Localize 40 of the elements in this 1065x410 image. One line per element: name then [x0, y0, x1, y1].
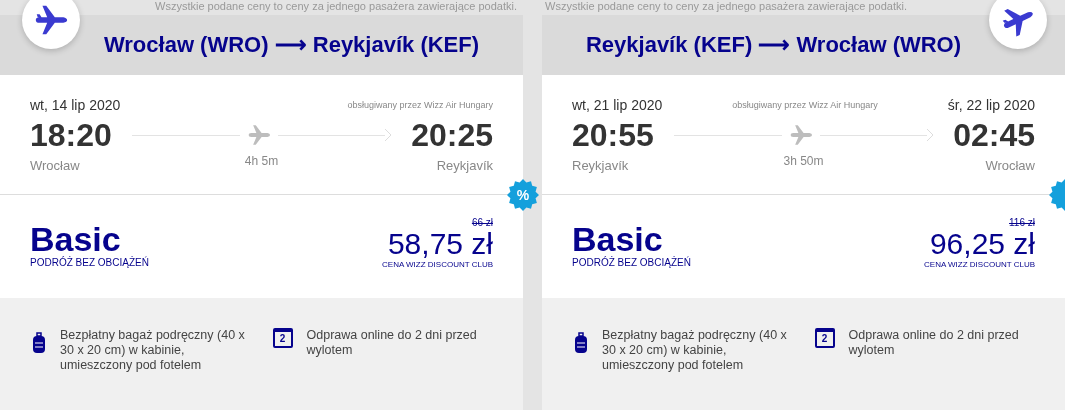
- departure-date: wt, 21 lip 2020: [572, 97, 663, 113]
- price: 58,75 zł: [387, 228, 493, 260]
- calendar-icon: 2: [814, 328, 835, 348]
- fare-subtitle: PODRÓŻ BEZ OBCIĄŻEŃ: [572, 257, 691, 268]
- calendar-icon: 2: [272, 328, 293, 348]
- price: 96,25 zł: [929, 228, 1035, 260]
- discount-badge: %: [507, 179, 539, 211]
- arrival-date: śr, 22 lip 2020: [947, 97, 1035, 113]
- departure-time: 20:55: [572, 116, 654, 154]
- arrival-time: 20:25: [411, 116, 493, 154]
- flight-duration: 4h 5m: [244, 154, 279, 168]
- old-price: 116 zł: [1009, 217, 1035, 228]
- backpack-icon: [32, 332, 46, 354]
- price-notice: Wszystkie podane ceny to ceny za jednego pasażera zawierające podatki.: [545, 0, 907, 14]
- feature-text: Bezpłatny bagaż podręczny (40 x 30 x 20 cm) w kabinie, umieszczony pod fotelem: [602, 328, 788, 373]
- old-price: 66 zł: [471, 217, 493, 228]
- arrival-city: Reykjavík: [436, 158, 493, 173]
- departure-city: Reykjavík: [572, 158, 630, 173]
- arrowhead-icon: [385, 129, 392, 141]
- price-note: CENA WIZZ DISCOUNT CLUB: [382, 260, 493, 269]
- flight-duration: 3h 50m: [783, 154, 824, 168]
- backpack-icon: [574, 332, 588, 354]
- feature-text: Odprawa online do 2 dni przed wylotem: [306, 328, 478, 358]
- arrival-city: Wrocław: [985, 158, 1035, 173]
- departure-date: wt, 14 lip 2020: [30, 97, 121, 113]
- feature-text: Odprawa online do 2 dni przed wylotem: [848, 328, 1020, 358]
- operator-text: obsługiwany przez Wizz Air Hungary: [347, 100, 493, 110]
- fare-name: Basic: [572, 221, 663, 257]
- departure-time: 18:20: [30, 116, 112, 154]
- departure-city: Wrocław: [30, 158, 81, 173]
- price-note: CENA WIZZ DISCOUNT CLUB: [924, 260, 1035, 269]
- fare-subtitle: PODRÓŻ BEZ OBCIĄŻEŃ: [30, 257, 149, 268]
- route-title: Wrocław (WRO) ⟶ Reykjavík (KEF): [103, 32, 480, 58]
- fare-name: Basic: [30, 221, 121, 257]
- operator-text: obsługiwany przez Wizz Air Hungary: [732, 100, 878, 110]
- arrowhead-icon: [927, 129, 934, 141]
- price-notice: Wszystkie podane ceny to ceny za jednego pasażera zawierające podatki.: [155, 0, 517, 14]
- route-title: Reykjavík (KEF) ⟶ Wrocław (WRO): [585, 32, 962, 58]
- arrival-time: 02:45: [953, 116, 1035, 154]
- feature-text: Bezpłatny bagaż podręczny (40 x 30 x 20 cm) w kabinie, umieszczony pod fotelem: [60, 328, 246, 373]
